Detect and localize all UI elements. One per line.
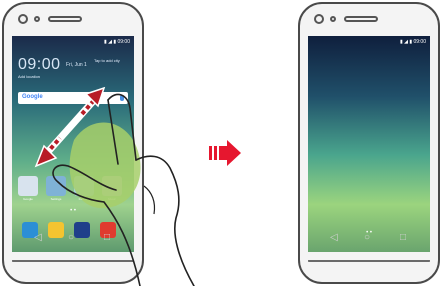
clock-widget-date: Fri, Jun 1 bbox=[66, 62, 87, 68]
status-time: 09:00 bbox=[117, 39, 130, 45]
phone-top-bezel bbox=[4, 4, 142, 38]
weather-hint-text: Tap to add city bbox=[94, 58, 120, 63]
weather-hint[interactable]: Tap to add city bbox=[94, 58, 128, 63]
status-bar: ▮ ◢ ▮ 09:00 bbox=[103, 39, 130, 45]
right-arrow-icon bbox=[209, 140, 241, 166]
google-folder-icon[interactable] bbox=[18, 176, 38, 196]
phone-right: ▮ ◢ ▮ 09:00 • • ◁ ○ □ bbox=[298, 2, 440, 284]
status-time: 09:00 bbox=[413, 39, 426, 45]
sensor-icon bbox=[330, 16, 336, 22]
front-camera-icon bbox=[18, 14, 28, 24]
earpiece-speaker bbox=[344, 16, 378, 22]
phone-bottom-bezel bbox=[308, 260, 430, 276]
home-screen-empty[interactable]: ▮ ◢ ▮ 09:00 • • ◁ ○ □ bbox=[308, 36, 430, 252]
pinch-hand-icon bbox=[52, 93, 195, 286]
sensor-icon bbox=[34, 16, 40, 22]
recents-button[interactable]: □ bbox=[400, 232, 406, 243]
app-label: Google bbox=[23, 197, 33, 201]
navigation-bar: ◁ ○ □ bbox=[308, 232, 430, 246]
status-bar: ▮ ◢ ▮ 09:00 bbox=[399, 39, 426, 45]
front-camera-icon bbox=[314, 14, 324, 24]
back-button[interactable]: ◁ bbox=[330, 232, 338, 243]
phone-top-bezel bbox=[300, 4, 438, 38]
back-button[interactable]: ◁ bbox=[34, 232, 42, 243]
clock-widget-time: 09:00 bbox=[18, 56, 61, 73]
home-button[interactable]: ○ bbox=[364, 232, 370, 243]
earpiece-speaker bbox=[48, 16, 82, 22]
